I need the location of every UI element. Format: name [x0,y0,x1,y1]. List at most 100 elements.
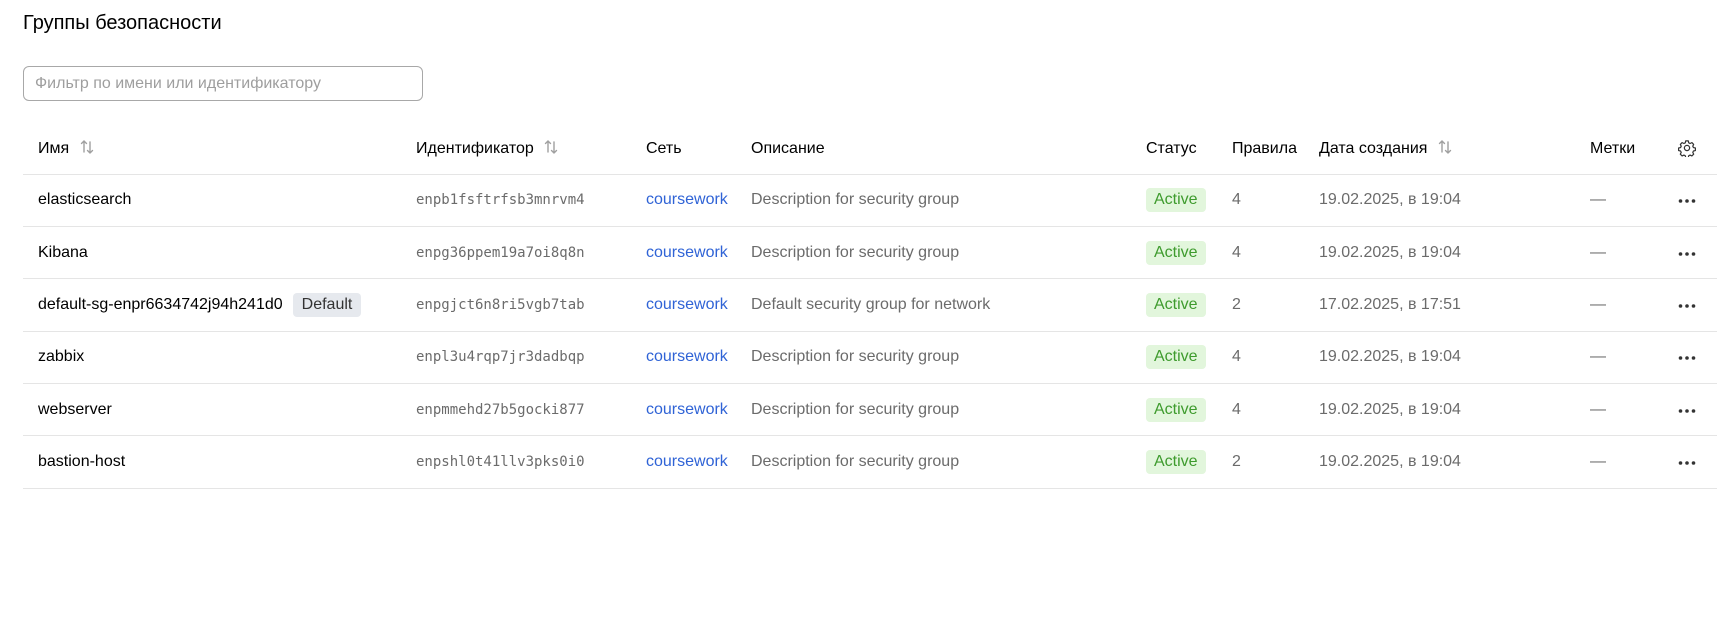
group-name-link[interactable]: zabbix [38,348,84,365]
cell-labels: — [1586,331,1656,385]
cell-name: elasticsearch [23,174,412,227]
status-badge: Active [1146,345,1206,370]
cell-rules: 4 [1228,383,1315,437]
table-row[interactable]: default-sg-enpr6634742j94h241d0 Default e… [23,278,1717,332]
cell-rules: 2 [1228,435,1315,489]
column-header-id[interactable]: Идентификатор [412,124,642,175]
security-groups-page: Группы безопасности Имя Идентификатор [0,0,1733,620]
cell-name: bastion-host [23,435,412,489]
column-header-name[interactable]: Имя [23,124,412,175]
cell-id: enpb1fsftrfsb3mnrvm4 [412,174,642,227]
table-header-row: Имя Идентификатор Сеть Описание Статус П… [23,124,1717,175]
table-row[interactable]: zabbix enpl3u4rqp7jr3dadbqp coursework D… [23,331,1717,385]
sort-icon[interactable] [1437,139,1453,155]
cell-labels: — [1586,435,1656,489]
column-header-labels: Метки [1586,124,1656,175]
gear-icon[interactable] [1677,139,1696,157]
cell-rules: 2 [1228,278,1315,332]
table-row[interactable]: webserver enpmmehd27b5gocki877 coursewor… [23,383,1717,437]
group-name-link[interactable]: Kibana [38,244,88,261]
group-name-link[interactable]: default-sg-enpr6634742j94h241d0 [38,296,283,313]
table-row[interactable]: Kibana enpg36ppem19a7oi8q8n coursework D… [23,226,1717,280]
column-header-status: Статус [1142,124,1228,175]
cell-name: default-sg-enpr6634742j94h241d0 Default [23,278,412,332]
cell-network: coursework [642,278,747,332]
group-name-link[interactable]: bastion-host [38,453,125,470]
default-badge: Default [292,292,362,317]
cell-rules: 4 [1228,174,1315,227]
cell-status: Active [1142,174,1228,227]
cell-status: Active [1142,383,1228,437]
cell-actions [1656,331,1717,385]
cell-actions [1656,226,1717,280]
cell-created: 17.02.2025, в 17:51 [1315,278,1586,332]
cell-id: enpg36ppem19a7oi8q8n [412,226,642,280]
cell-id: enpgjct6n8ri5vgb7tab [412,278,642,332]
group-name-link[interactable]: elasticsearch [38,191,131,208]
cell-created: 19.02.2025, в 19:04 [1315,226,1586,280]
cell-status: Active [1142,278,1228,332]
cell-network: coursework [642,331,747,385]
cell-status: Active [1142,226,1228,280]
cell-created: 19.02.2025, в 19:04 [1315,383,1586,437]
cell-actions [1656,383,1717,437]
status-badge: Active [1146,188,1206,213]
status-badge: Active [1146,450,1206,475]
network-link[interactable]: coursework [646,296,728,313]
cell-description: Description for security group [747,174,1142,227]
more-horizontal-icon[interactable] [1678,303,1696,309]
more-horizontal-icon[interactable] [1678,251,1696,257]
security-groups-table: Имя Идентификатор Сеть Описание Статус П… [23,124,1717,489]
network-link[interactable]: coursework [646,244,728,261]
network-link[interactable]: coursework [646,453,728,470]
status-badge: Active [1146,240,1206,265]
table-row[interactable]: elasticsearch enpb1fsftrfsb3mnrvm4 cours… [23,174,1717,227]
cell-status: Active [1142,331,1228,385]
cell-status: Active [1142,435,1228,489]
sort-icon[interactable] [79,139,95,155]
cell-labels: — [1586,226,1656,280]
table-row[interactable]: bastion-host enpshl0t41llv3pks0i0 course… [23,435,1717,489]
status-badge: Active [1146,397,1206,422]
cell-description: Description for security group [747,331,1142,385]
column-settings[interactable] [1656,124,1717,175]
cell-description: Description for security group [747,383,1142,437]
cell-name: Kibana [23,226,412,280]
cell-actions [1656,278,1717,332]
column-header-label: Идентификатор [416,140,534,158]
cell-name: webserver [23,383,412,437]
column-header-description: Описание [747,124,1142,175]
cell-id: enpmmehd27b5gocki877 [412,383,642,437]
cell-rules: 4 [1228,226,1315,280]
cell-network: coursework [642,174,747,227]
filter-input[interactable] [23,66,423,101]
cell-actions [1656,174,1717,227]
status-badge: Active [1146,292,1206,317]
cell-description: Description for security group [747,226,1142,280]
more-horizontal-icon[interactable] [1678,408,1696,414]
cell-labels: — [1586,383,1656,437]
more-horizontal-icon[interactable] [1678,198,1696,204]
more-horizontal-icon[interactable] [1678,460,1696,466]
cell-description: Default security group for network [747,278,1142,332]
cell-network: coursework [642,435,747,489]
column-header-created[interactable]: Дата создания [1315,124,1586,175]
network-link[interactable]: coursework [646,401,728,418]
more-horizontal-icon[interactable] [1678,355,1696,361]
cell-labels: — [1586,174,1656,227]
cell-created: 19.02.2025, в 19:04 [1315,174,1586,227]
group-name-link[interactable]: webserver [38,401,112,418]
cell-network: coursework [642,383,747,437]
cell-description: Description for security group [747,435,1142,489]
cell-id: enpshl0t41llv3pks0i0 [412,435,642,489]
cell-created: 19.02.2025, в 19:04 [1315,435,1586,489]
network-link[interactable]: coursework [646,348,728,365]
cell-network: coursework [642,226,747,280]
cell-name: zabbix [23,331,412,385]
network-link[interactable]: coursework [646,191,728,208]
cell-labels: — [1586,278,1656,332]
cell-created: 19.02.2025, в 19:04 [1315,331,1586,385]
sort-icon[interactable] [543,139,559,155]
cell-rules: 4 [1228,331,1315,385]
column-header-rules: Правила [1228,124,1315,175]
